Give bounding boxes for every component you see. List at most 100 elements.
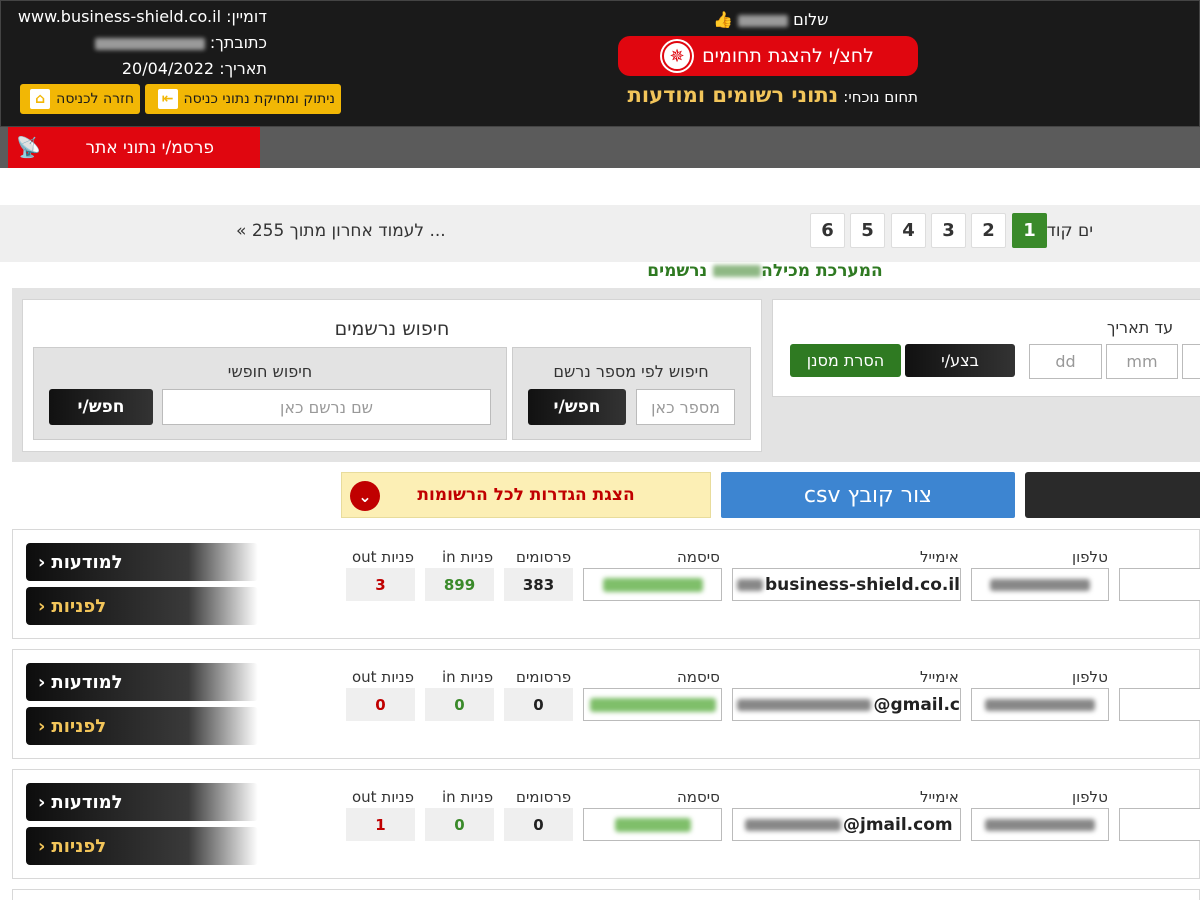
col-password: סיסמה <box>677 548 720 566</box>
antenna-icon: 📡 <box>16 135 41 159</box>
create-csv-button[interactable]: צור קובץ csv <box>721 472 1015 518</box>
address-label: כתובתך: <box>209 33 267 52</box>
phone-redacted <box>985 818 1095 831</box>
col-ads: פרסומים <box>516 788 572 806</box>
email-user-redacted <box>745 818 841 831</box>
page-button-1[interactable]: 1 <box>1012 213 1047 248</box>
extra-field[interactable] <box>1119 688 1200 721</box>
chevron-right-icon: › <box>38 791 46 813</box>
email-visible: @jmail.com <box>843 814 953 835</box>
to-inquiries-button[interactable]: › לפניות <box>26 587 258 625</box>
extra-field[interactable] <box>1119 808 1200 841</box>
thumbs-up-icon: 👍 <box>713 10 733 29</box>
number-search-label: חיפוש לפי מספר נרשם <box>553 362 709 381</box>
col-in: פניות in <box>442 548 494 566</box>
phone-field[interactable] <box>971 808 1109 841</box>
to-ads-label: למודעות <box>51 671 123 693</box>
col-email: אימייל <box>920 548 959 566</box>
col-email: אימייל <box>920 668 959 686</box>
top-header: דומיין: www.business-shield.co.il כתובתך… <box>0 0 1200 127</box>
to-inquiries-label: לפניות <box>51 835 107 857</box>
col-out: פניות out <box>352 788 415 806</box>
phone-redacted <box>990 578 1090 591</box>
back-to-entry-label: חזרה לכניסה <box>56 91 134 107</box>
email-field[interactable]: business-shield.co.il <box>732 568 961 601</box>
extra-field[interactable] <box>1119 568 1200 601</box>
to-inquiries-button[interactable]: › לפניות <box>26 707 258 745</box>
home-icon: ⌂ <box>30 89 51 109</box>
current-area-value: נתוני רשומים ומודעות <box>627 83 839 107</box>
remove-filter-button[interactable]: הסרת מסנן <box>790 344 901 377</box>
password-field[interactable] <box>583 808 722 841</box>
password-field[interactable] <box>583 568 722 601</box>
year-input[interactable] <box>1182 344 1200 379</box>
greeting: שלום 👍 <box>713 10 829 29</box>
to-ads-button[interactable]: › למודעות <box>26 783 258 821</box>
email-user-redacted <box>737 698 872 711</box>
to-ads-label: למודעות <box>51 791 123 813</box>
col-ads: פרסומים <box>516 668 572 686</box>
delete-entry-button[interactable]: ניתוק ומחיקת נתוני כניסה ⇤ <box>145 84 341 114</box>
out-count: 3 <box>346 568 415 601</box>
to-ads-label: למודעות <box>51 551 123 573</box>
day-input[interactable]: dd <box>1029 344 1102 379</box>
system-count-prefix: המערכת מכילה <box>761 261 883 281</box>
last-page-link[interactable]: ... לעמוד אחרון מתוך 255 » <box>236 221 446 241</box>
free-search-input[interactable]: שם נרשם כאן <box>162 389 491 425</box>
page-button-3[interactable]: 3 <box>931 213 966 248</box>
phone-redacted <box>985 698 1095 711</box>
out-count: 0 <box>346 688 415 721</box>
username-redacted <box>738 14 789 27</box>
password-field[interactable] <box>583 688 722 721</box>
number-search-input[interactable]: מספר כאן <box>636 389 735 425</box>
email-field[interactable]: @jmail.com <box>732 808 961 841</box>
address-line: כתובתך: <box>94 33 267 52</box>
free-search-button[interactable]: חפש/י <box>49 389 153 425</box>
to-inquiries-label: לפניות <box>51 715 107 737</box>
email-user-redacted <box>737 578 763 591</box>
current-area-label: תחום נוכחי: <box>843 88 918 106</box>
page-button-2[interactable]: 2 <box>971 213 1006 248</box>
chevron-down-icon: ⌄ <box>350 481 380 511</box>
apply-date-button[interactable]: בצע/י <box>905 344 1015 377</box>
col-email: אימייל <box>920 788 959 806</box>
current-area: תחום נוכחי: נתוני רשומים ומודעות <box>618 83 918 107</box>
until-date-label: עד תאריך <box>1106 318 1174 337</box>
to-ads-button[interactable]: › למודעות <box>26 543 258 581</box>
show-areas-button[interactable]: לחצ/י להצגת תחומים ✵ <box>618 36 918 76</box>
system-count-suffix: נרשמים <box>647 261 708 281</box>
delete-entry-label: ניתוק ומחיקת נתוני כניסה <box>183 91 336 107</box>
dark-action-button[interactable] <box>1025 472 1200 518</box>
email-field[interactable]: @gmail.c <box>732 688 961 721</box>
col-in: פניות in <box>442 668 494 686</box>
to-ads-button[interactable]: › למודעות <box>26 663 258 701</box>
in-count: 0 <box>425 688 494 721</box>
back-to-entry-button[interactable]: חזרה לכניסה ⌂ <box>20 84 140 114</box>
show-all-settings-label: הצגת הגדרות לכל הרשומות <box>417 485 635 505</box>
page-button-6[interactable]: 6 <box>810 213 845 248</box>
phone-field[interactable] <box>971 568 1109 601</box>
previous-pages-link[interactable]: ים קודמים <box>1040 221 1200 241</box>
number-search-button[interactable]: חפש/י <box>528 389 626 425</box>
show-all-settings-button[interactable]: הצגת הגדרות לכל הרשומות ⌄ <box>341 472 711 518</box>
to-inquiries-button[interactable]: › לפניות <box>26 827 258 865</box>
email-visible: @gmail.c <box>873 694 960 715</box>
domain-label: דומיין: <box>226 7 267 26</box>
chevron-right-icon: › <box>38 835 46 857</box>
month-input[interactable]: mm <box>1106 344 1178 379</box>
password-redacted <box>589 697 716 712</box>
chevron-right-icon: › <box>38 671 46 693</box>
col-phone: טלפון <box>1072 788 1108 806</box>
phone-field[interactable] <box>971 688 1109 721</box>
page-button-4[interactable]: 4 <box>891 213 926 248</box>
chevron-right-icon: › <box>38 595 46 617</box>
date-line: תאריך: 20/04/2022 <box>122 59 267 78</box>
publish-site-data-button[interactable]: 📡 פרסמ/י נתוני אתר <box>8 127 260 168</box>
page-button-5[interactable]: 5 <box>850 213 885 248</box>
email-visible: business-shield.co.il <box>764 574 960 595</box>
col-phone: טלפון <box>1072 668 1108 686</box>
ads-count: 383 <box>504 568 573 601</box>
date-value: 20/04/2022 <box>121 59 215 78</box>
free-search-label: חיפוש חופשי <box>227 362 313 381</box>
col-out: פניות out <box>352 668 415 686</box>
